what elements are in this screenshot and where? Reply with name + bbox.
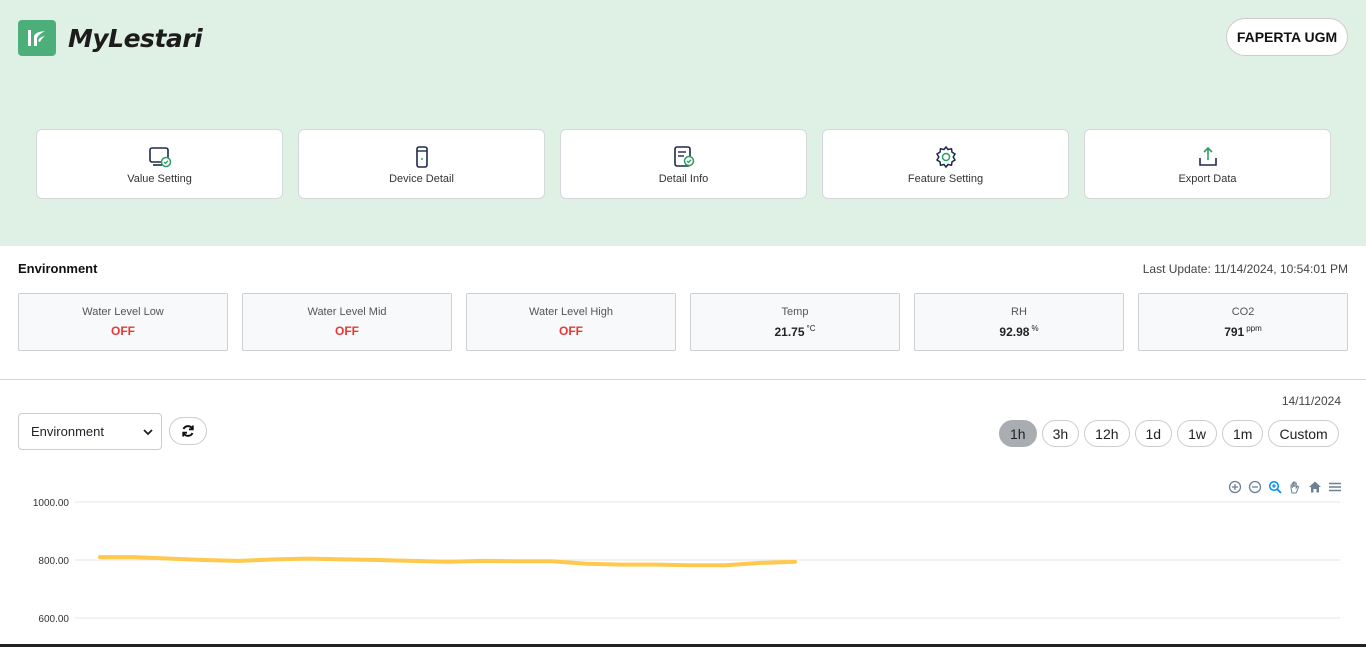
y-tick-label: 1000.00 xyxy=(33,498,70,509)
series-line xyxy=(98,555,797,568)
menu-card-export-data[interactable]: Export Data xyxy=(1084,129,1331,199)
sensor-value: 791 xyxy=(1224,324,1245,339)
value-setting-icon xyxy=(148,146,171,167)
gear-icon xyxy=(935,145,956,168)
sensor-value: 21.75 xyxy=(774,324,805,339)
menu-card-detail-info[interactable]: Detail Info xyxy=(560,129,807,199)
logo-icon xyxy=(18,20,56,56)
sensor-name: Water Level High xyxy=(529,306,613,318)
sensor-unit: °C xyxy=(806,323,816,333)
refresh-button[interactable] xyxy=(169,417,207,445)
sensor-card: CO2 791 ppm xyxy=(1138,293,1348,351)
chart-select[interactable]: Environment xyxy=(18,413,162,450)
line-chart: 1000.00 800.00 600.00 xyxy=(33,498,1340,625)
range-1m[interactable]: 1m xyxy=(1222,420,1264,447)
range-1d[interactable]: 1d xyxy=(1134,420,1173,447)
environment-title: Environment xyxy=(18,261,98,276)
header: MyLestari FAPERTA UGM Value Setting Devi… xyxy=(0,0,1366,246)
sensor-value: 92.98 xyxy=(999,324,1030,339)
menu-label: Export Data xyxy=(1178,172,1237,185)
sensor-name: Water Level Low xyxy=(82,306,164,318)
detail-info-icon xyxy=(673,145,694,167)
device-icon xyxy=(415,145,428,168)
sensor-name: CO2 xyxy=(1231,305,1255,318)
sensor-card: Water Level Low OFF xyxy=(18,293,228,351)
sensor-value: OFF xyxy=(559,324,583,338)
y-tick-label: 600.00 xyxy=(38,614,69,625)
refresh-icon xyxy=(182,425,194,437)
range-12h[interactable]: 12h xyxy=(1084,420,1130,447)
sensor-value: OFF xyxy=(111,324,135,338)
menu-card-feature-setting[interactable]: Feature Setting xyxy=(822,129,1069,199)
sensor-cards: Water Level Low OFF Water Level Mid OFF … xyxy=(18,293,1348,351)
range-1w[interactable]: 1w xyxy=(1177,420,1217,447)
menu-card-device-detail[interactable]: Device Detail xyxy=(298,129,545,199)
menu-label: Feature Setting xyxy=(907,172,984,185)
sensor-value-row: 92.98% xyxy=(999,324,1038,339)
export-icon xyxy=(1198,146,1217,166)
menu-card-value-setting[interactable]: Value Setting xyxy=(36,129,283,199)
menu-label: Device Detail xyxy=(389,172,454,185)
sensor-value-row: 791 ppm xyxy=(1224,324,1262,339)
app-name: MyLestari xyxy=(68,23,203,53)
sensor-card: Temp 21.75 °C xyxy=(690,293,900,351)
sensor-card: Water Level Mid OFF xyxy=(242,293,452,351)
range-custom[interactable]: Custom xyxy=(1268,420,1339,447)
sensor-unit: % xyxy=(1031,323,1039,333)
y-tick-label: 800.00 xyxy=(38,556,69,567)
range-buttons: 1h 3h 12h 1d 1w 1m Custom xyxy=(999,420,1339,447)
sensor-value: OFF xyxy=(335,324,359,338)
sensor-value-row: 21.75 °C xyxy=(774,324,815,339)
chevron-down-icon xyxy=(143,428,153,435)
menu-label: Detail Info xyxy=(658,172,709,185)
sensor-card: RH 92.98% xyxy=(914,293,1124,351)
sensor-name: RH xyxy=(1011,305,1027,318)
menu-cards: Value Setting Device Detail Detail Info xyxy=(36,129,1331,199)
sensor-name: Temp xyxy=(781,305,809,318)
range-3h[interactable]: 3h xyxy=(1041,420,1080,447)
last-update: Last Update: 11/14/2024, 10:54:01 PM xyxy=(1142,262,1348,276)
sensor-card: Water Level High OFF xyxy=(466,293,676,351)
sensor-name: Water Level Mid xyxy=(307,306,387,318)
org-button[interactable]: FAPERTA UGM xyxy=(1226,18,1348,56)
logo[interactable]: MyLestari xyxy=(18,20,203,56)
menu-label: Value Setting xyxy=(127,172,192,185)
sensor-unit: ppm xyxy=(1246,323,1262,333)
range-1h[interactable]: 1h xyxy=(999,420,1037,447)
chart-date: 14/11/2024 xyxy=(1281,394,1341,408)
section-divider xyxy=(0,379,1366,380)
chart-select-value: Environment xyxy=(31,424,104,439)
